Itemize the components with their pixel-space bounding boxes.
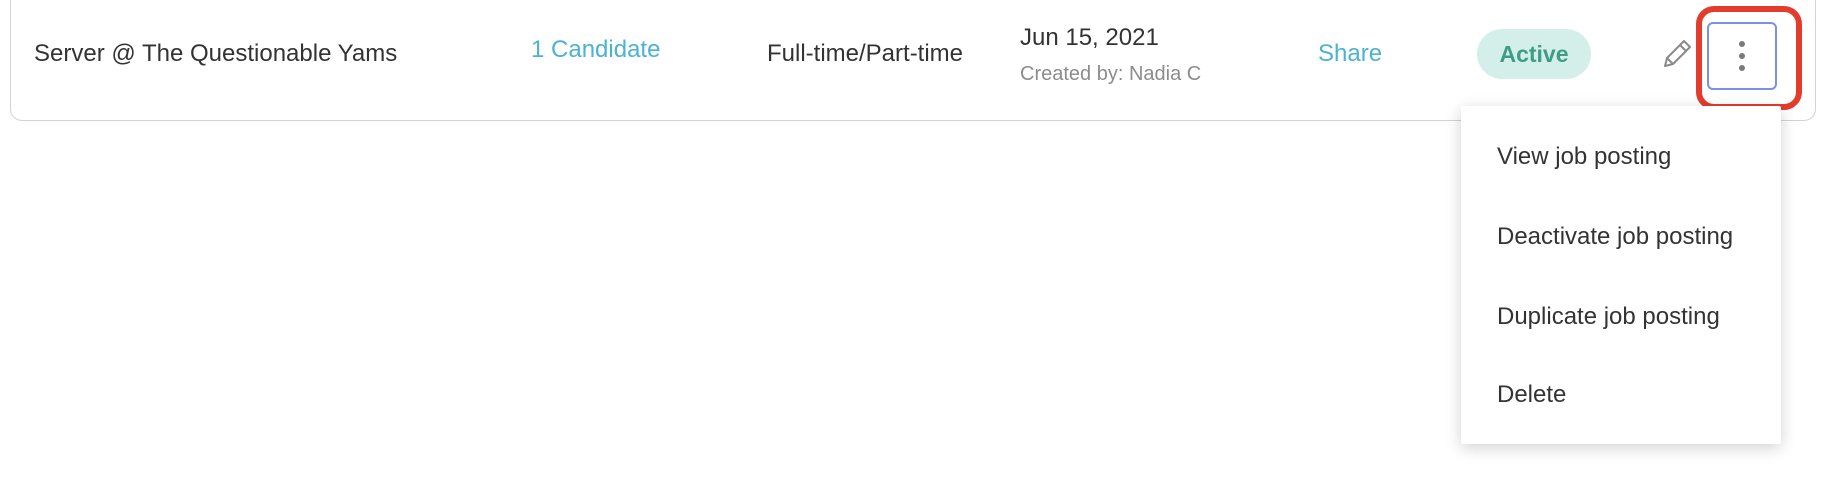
posted-date: Jun 15, 2021 bbox=[1020, 24, 1159, 51]
job-type: Full-time/Part-time bbox=[767, 40, 964, 67]
edit-button[interactable] bbox=[1653, 30, 1701, 78]
created-by: Created by: Nadia C bbox=[1020, 63, 1202, 85]
pencil-icon bbox=[1664, 40, 1691, 67]
vertical-ellipsis-icon bbox=[1739, 53, 1745, 59]
page: Server @ The Questionable Yams 1 Candida… bbox=[0, 0, 1828, 478]
menu-item-delete[interactable]: Delete bbox=[1497, 381, 1566, 409]
status-badge: Active bbox=[1477, 29, 1591, 79]
date-block: Jun 15, 2021 Created by: Nadia C bbox=[1020, 24, 1201, 86]
vertical-ellipsis-icon bbox=[1739, 41, 1745, 47]
more-options-button[interactable] bbox=[1707, 22, 1777, 90]
menu-item-deactivate-job-posting[interactable]: Deactivate job posting bbox=[1497, 223, 1733, 251]
more-options-menu: View job posting Deactivate job posting … bbox=[1461, 106, 1781, 444]
share-link[interactable]: Share bbox=[1318, 40, 1382, 68]
vertical-ellipsis-icon bbox=[1739, 65, 1745, 71]
candidates-link[interactable]: 1 Candidate bbox=[531, 36, 660, 64]
job-title: Server @ The Questionable Yams bbox=[34, 40, 398, 67]
menu-item-view-job-posting[interactable]: View job posting bbox=[1497, 143, 1671, 171]
menu-item-duplicate-job-posting[interactable]: Duplicate job posting bbox=[1497, 303, 1720, 331]
job-posting-row: Server @ The Questionable Yams 1 Candida… bbox=[10, 0, 1816, 121]
